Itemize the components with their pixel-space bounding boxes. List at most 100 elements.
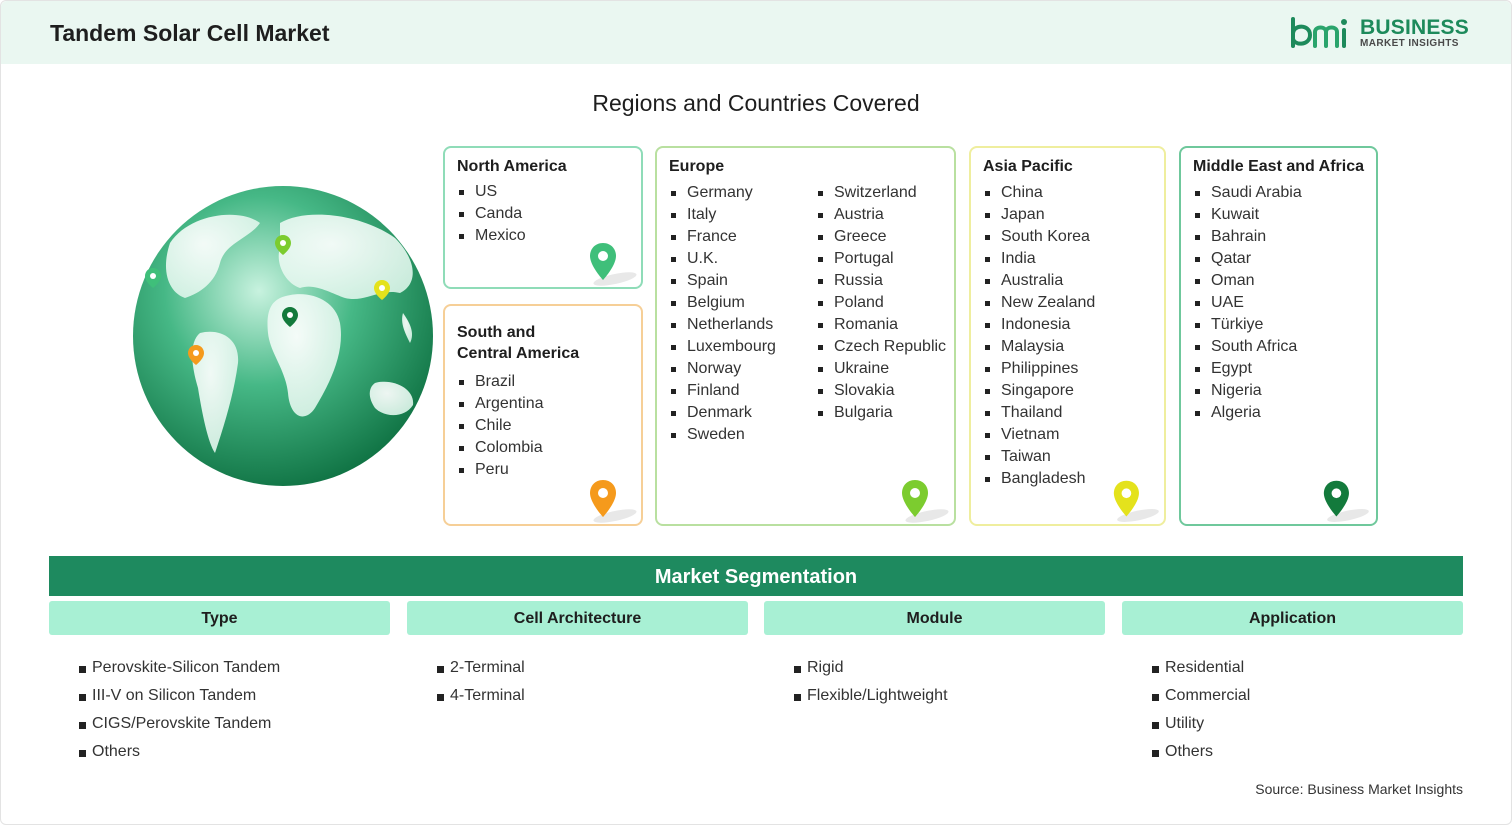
country-item: Sweden [669,424,776,446]
segment-item: Utility [1151,710,1463,738]
country-item: Qatar [1193,248,1302,270]
segment-item: CIGS/Perovskite Tandem [78,710,390,738]
country-item: China [983,182,1095,204]
country-item: France [669,226,776,248]
segment-header: Module [764,601,1105,635]
country-item: Czech Republic [816,336,946,358]
country-item: Poland [816,292,946,314]
country-item: UAE [1193,292,1302,314]
segment-item: 2-Terminal [436,654,748,682]
country-list: Brazil Argentina Chile Colombia Peru [457,371,544,481]
country-item: Bahrain [1193,226,1302,248]
logo-word-market-insights: MARKET INSIGHTS [1360,38,1459,49]
country-item: Slovakia [816,380,946,402]
region-card-north-america: North America US Canda Mexico [443,146,643,289]
country-item: New Zealand [983,292,1095,314]
country-item: Romania [816,314,946,336]
header-bar: Tandem Solar Cell Market [1,1,1511,64]
logo-word-business: BUSINESS [1360,16,1469,39]
location-pin-icon [902,480,949,523]
country-list: US Canda Mexico [457,181,526,247]
region-title: South and Central America [457,322,579,364]
segment-column-cell-architecture: Cell Architecture 2-Terminal 4-Terminal [407,601,748,710]
segment-header: Cell Architecture [407,601,748,635]
country-item: Portugal [816,248,946,270]
country-item: Belgium [669,292,776,314]
country-item: Vietnam [983,424,1095,446]
country-item: Peru [457,459,544,481]
country-item: Indonesia [983,314,1095,336]
segment-header: Application [1122,601,1463,635]
segment-item: Rigid [793,654,1105,682]
country-item: Taiwan [983,446,1095,468]
region-title: Europe [669,158,725,175]
country-item: Spain [669,270,776,292]
country-list: Switzerland Austria Greece Portugal Russ… [816,182,946,424]
country-item: Algeria [1193,402,1302,424]
region-title: Asia Pacific [983,158,1073,175]
country-item: Germany [669,182,776,204]
country-item: Colombia [457,437,544,459]
segment-list: 2-Terminal 4-Terminal [436,654,748,710]
segment-column-application: Application Residential Commercial Utili… [1122,601,1463,766]
country-list: Saudi Arabia Kuwait Bahrain Qatar Oman U… [1193,182,1302,424]
segment-list: Rigid Flexible/Lightweight [793,654,1105,710]
country-item: Bangladesh [983,468,1095,490]
segment-item: Commercial [1151,682,1463,710]
country-item: Netherlands [669,314,776,336]
segment-item: Flexible/Lightweight [793,682,1105,710]
country-item: India [983,248,1095,270]
country-item: Malaysia [983,336,1095,358]
regions-title: Regions and Countries Covered [592,90,920,116]
country-item: Singapore [983,380,1095,402]
region-card-middle-east-africa: Middle East and Africa Saudi Arabia Kuwa… [1179,146,1378,526]
location-pin-icon [1323,480,1369,522]
country-item: Italy [669,204,776,226]
country-item: Denmark [669,402,776,424]
country-item: Kuwait [1193,204,1302,226]
region-title-line: South and [457,324,536,341]
bmi-logo-icon [1291,17,1347,48]
country-item: Bulgaria [816,402,946,424]
country-item: Oman [1193,270,1302,292]
country-list: China Japan South Korea India Australia … [983,182,1095,490]
region-title: Middle East and Africa [1193,158,1364,175]
segment-item: Perovskite-Silicon Tandem [78,654,390,682]
country-item: US [457,181,526,203]
country-item: Japan [983,204,1095,226]
region-title: North America [457,158,567,175]
segment-item: Others [1151,738,1463,766]
country-item: Luxembourg [669,336,776,358]
location-pin-icon [590,243,637,286]
country-item: Norway [669,358,776,380]
region-card-europe: Europe Germany Italy France U.K. Spain B… [655,146,956,526]
country-item: Türkiye [1193,314,1302,336]
country-item: Brazil [457,371,544,393]
segment-item: Others [78,738,390,766]
segment-list: Residential Commercial Utility Others [1151,654,1463,766]
globe-icon [133,186,433,486]
region-card-south-central-america: South and Central America Brazil Argenti… [443,304,643,526]
location-pin-icon [1113,480,1159,522]
country-item: Thailand [983,402,1095,424]
segment-item: 4-Terminal [436,682,748,710]
country-item: Argentina [457,393,544,415]
country-item: Australia [983,270,1095,292]
country-item: Finland [669,380,776,402]
segmentation-title-bar: Market Segmentation [49,556,1463,596]
country-item: Canda [457,203,526,225]
country-item: Russia [816,270,946,292]
country-item: Ukraine [816,358,946,380]
segment-item: III-V on Silicon Tandem [78,682,390,710]
country-list: Germany Italy France U.K. Spain Belgium … [669,182,776,446]
region-card-asia-pacific: Asia Pacific China Japan South Korea Ind… [969,146,1166,526]
country-item: Austria [816,204,946,226]
segment-header: Type [49,601,390,635]
region-title-line: Central America [457,345,580,362]
country-item: Switzerland [816,182,946,204]
location-pin-icon [590,480,637,523]
segment-item: Residential [1151,654,1463,682]
brand-logo: BUSINESS MARKET INSIGHTS [1290,16,1470,52]
country-item: Chile [457,415,544,437]
country-item: South Korea [983,226,1095,248]
